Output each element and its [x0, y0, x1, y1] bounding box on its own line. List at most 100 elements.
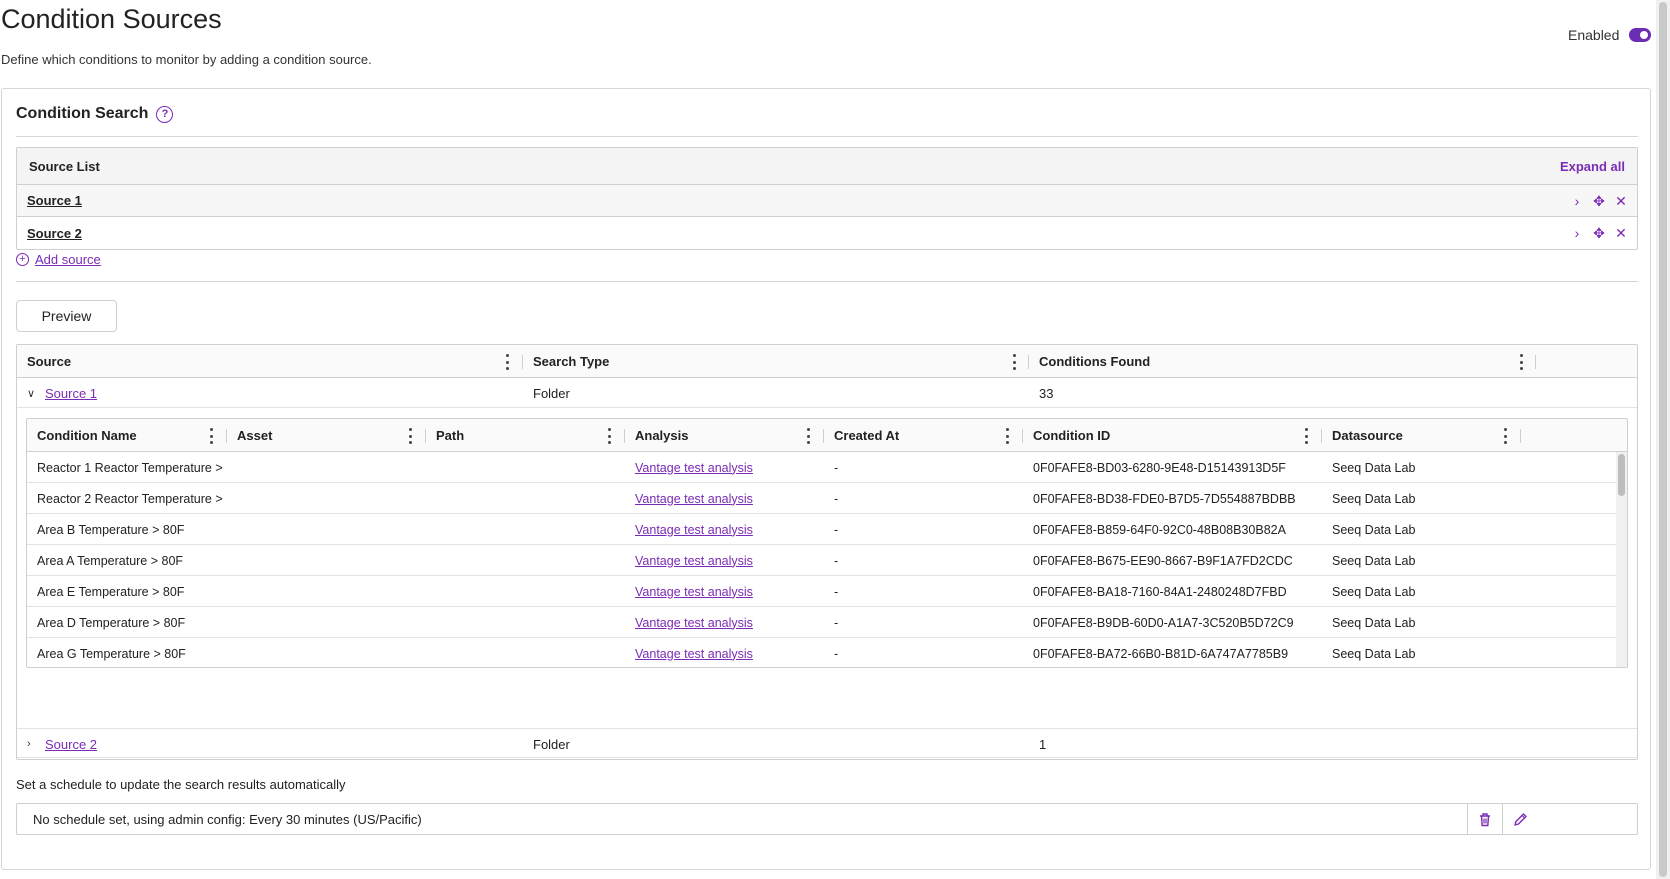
table-row[interactable]: Area E Temperature > 80F Vantage test an… — [27, 576, 1627, 607]
condition-id-cell: 0F0FAFE8-BD03-6280-9E48-D15143913D5F — [1033, 460, 1286, 475]
condition-name-cell: Reactor 2 Reactor Temperature > ... — [37, 491, 226, 506]
column-header-search-type[interactable]: Search Type — [523, 345, 609, 378]
column-menu-icon[interactable] — [1005, 428, 1009, 444]
analysis-link[interactable]: Vantage test analysis — [635, 585, 753, 599]
source-list-item-label[interactable]: Source 1 — [27, 193, 82, 208]
asset-cell — [227, 483, 237, 514]
analysis-link[interactable]: Vantage test analysis — [635, 523, 753, 537]
datasource-cell: Seeq Data Lab — [1332, 522, 1416, 537]
chevron-right-icon[interactable]: › — [1571, 226, 1583, 240]
path-cell — [426, 514, 436, 545]
delete-schedule-button[interactable] — [1467, 804, 1502, 834]
path-cell — [426, 576, 436, 607]
source-list-item[interactable]: Source 2 › ✥ ✕ — [17, 217, 1637, 249]
results-row-source-link[interactable]: Source 2 — [45, 737, 97, 752]
results-row[interactable]: ∨ Source 1 Folder 33 — [17, 378, 1637, 408]
column-header-created-at[interactable]: Created At — [824, 419, 899, 452]
enabled-label: Enabled — [1568, 27, 1620, 43]
analysis-link[interactable]: Vantage test analysis — [635, 492, 753, 506]
column-separator[interactable] — [1520, 429, 1521, 443]
column-header-path[interactable]: Path — [426, 419, 464, 452]
created-at-cell: - — [834, 491, 839, 506]
schedule-field: No schedule set, using admin config: Eve… — [16, 803, 1638, 835]
column-header-datasource[interactable]: Datasource — [1322, 419, 1403, 452]
conditions-scrollbar-thumb[interactable] — [1618, 454, 1625, 496]
close-icon[interactable]: ✕ — [1615, 226, 1627, 240]
analysis-link[interactable]: Vantage test analysis — [635, 647, 753, 661]
table-row[interactable]: Reactor 2 Reactor Temperature > ... Vant… — [27, 483, 1627, 514]
condition-id-cell: 0F0FAFE8-BD38-FDE0-B7D5-7D554887BDBB — [1033, 491, 1296, 506]
analysis-link[interactable]: Vantage test analysis — [635, 616, 753, 630]
condition-search-card: Condition Search ? Source List Expand al… — [1, 88, 1651, 870]
enabled-toggle[interactable] — [1629, 28, 1652, 42]
table-row[interactable]: Area B Temperature > 80F Vantage test an… — [27, 514, 1627, 545]
condition-name-cell: Reactor 1 Reactor Temperature > ... — [37, 460, 226, 475]
results-row-count: 1 — [1039, 736, 1047, 752]
analysis-link[interactable]: Vantage test analysis — [635, 461, 753, 475]
chevron-right-icon[interactable]: › — [27, 738, 41, 750]
edit-schedule-button[interactable] — [1502, 804, 1537, 834]
column-header-condition-id[interactable]: Condition ID — [1023, 419, 1110, 452]
table-row[interactable]: Area G Temperature > 80F Vantage test an… — [27, 638, 1627, 667]
column-menu-icon[interactable] — [505, 354, 509, 370]
question-circle-icon[interactable]: ? — [156, 105, 174, 123]
move-icon[interactable]: ✥ — [1593, 226, 1605, 240]
enabled-control: Enabled — [1568, 27, 1652, 43]
table-row[interactable]: Area D Temperature > 80F Vantage test an… — [27, 607, 1627, 638]
add-source-control[interactable]: + Add source — [16, 252, 101, 267]
page-scrollbar[interactable] — [1656, 0, 1670, 879]
chevron-down-icon[interactable]: ∨ — [27, 387, 41, 400]
source-list-item-label[interactable]: Source 2 — [27, 226, 82, 241]
path-cell — [426, 483, 436, 514]
plus-circle-icon[interactable]: + — [16, 253, 29, 266]
created-at-cell: - — [834, 646, 839, 661]
created-at-cell: - — [834, 522, 839, 537]
move-icon[interactable]: ✥ — [1593, 194, 1605, 208]
condition-name-cell: Area E Temperature > 80F — [37, 584, 185, 599]
condition-name-cell: Area G Temperature > 80F — [37, 646, 186, 661]
column-menu-icon[interactable] — [806, 428, 810, 444]
datasource-cell: Seeq Data Lab — [1332, 615, 1416, 630]
condition-search-title: Condition Search ? — [16, 105, 174, 123]
asset-cell — [227, 576, 237, 607]
path-cell — [426, 452, 436, 483]
column-header-conditions-found[interactable]: Conditions Found — [1029, 345, 1150, 378]
created-at-cell: - — [834, 553, 839, 568]
created-at-cell: - — [834, 584, 839, 599]
column-header-analysis[interactable]: Analysis — [625, 419, 688, 452]
table-row[interactable]: Area A Temperature > 80F Vantage test an… — [27, 545, 1627, 576]
column-menu-icon[interactable] — [1304, 428, 1308, 444]
source-list-header: Source List Expand all — [17, 148, 1637, 185]
path-cell — [426, 545, 436, 576]
results-row[interactable]: › Source 2 Folder 1 — [17, 728, 1637, 758]
conditions-grid: Condition Name Asset Path Analysis Creat… — [26, 418, 1628, 668]
results-row-source-link[interactable]: Source 1 — [45, 386, 97, 401]
preview-button[interactable]: Preview — [16, 300, 117, 332]
column-header-source[interactable]: Source — [17, 345, 71, 378]
close-icon[interactable]: ✕ — [1615, 194, 1627, 208]
source-list-item[interactable]: Source 1 › ✥ ✕ — [17, 185, 1637, 217]
path-cell — [426, 638, 436, 667]
divider — [16, 281, 1638, 282]
page-scrollbar-thumb[interactable] — [1659, 2, 1667, 877]
column-menu-icon[interactable] — [209, 428, 213, 444]
column-menu-icon[interactable] — [1519, 354, 1523, 370]
analysis-link[interactable]: Vantage test analysis — [635, 554, 753, 568]
column-menu-icon[interactable] — [408, 428, 412, 444]
pencil-icon — [1513, 812, 1527, 826]
conditions-scrollbar[interactable] — [1616, 452, 1627, 667]
expand-all-button[interactable]: Expand all — [1560, 159, 1625, 174]
column-menu-icon[interactable] — [607, 428, 611, 444]
add-source-link[interactable]: Add source — [35, 252, 101, 267]
column-header-asset[interactable]: Asset — [227, 419, 272, 452]
asset-cell — [227, 545, 237, 576]
column-menu-icon[interactable] — [1012, 354, 1016, 370]
column-header-condition-name[interactable]: Condition Name — [27, 419, 137, 452]
column-menu-icon[interactable] — [1503, 428, 1507, 444]
column-separator[interactable] — [1535, 355, 1536, 369]
datasource-cell: Seeq Data Lab — [1332, 584, 1416, 599]
asset-cell — [227, 514, 237, 545]
datasource-cell: Seeq Data Lab — [1332, 553, 1416, 568]
table-row[interactable]: Reactor 1 Reactor Temperature > ... Vant… — [27, 452, 1627, 483]
chevron-right-icon[interactable]: › — [1571, 194, 1583, 208]
